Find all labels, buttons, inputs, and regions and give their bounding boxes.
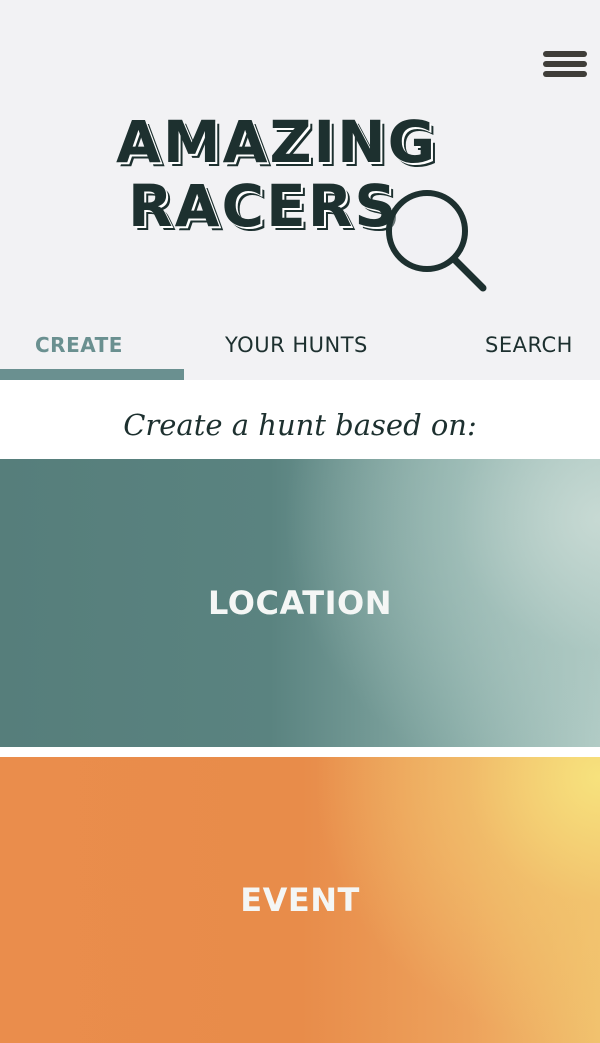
menu-bar xyxy=(543,71,587,77)
magnifying-glass-icon xyxy=(386,190,487,292)
tab-bar: CREATE YOUR HUNTS SEARCH xyxy=(0,320,600,380)
active-tab-indicator xyxy=(0,369,184,380)
tab-search-label: SEARCH xyxy=(485,333,573,357)
hamburger-menu-icon[interactable] xyxy=(541,48,589,82)
app-logo: AMAZING RACERS xyxy=(110,105,500,305)
tab-create-label: CREATE xyxy=(35,333,123,357)
menu-bar xyxy=(543,61,587,67)
logo-text-line-1: AMAZING xyxy=(116,108,438,176)
tab-search[interactable]: SEARCH xyxy=(470,320,600,380)
tab-your-hunts[interactable]: YOUR HUNTS xyxy=(200,320,400,380)
location-option-label: LOCATION xyxy=(208,584,392,622)
tab-create[interactable]: CREATE xyxy=(0,320,184,380)
event-option-label: EVENT xyxy=(240,881,360,919)
logo-text-line-2: RACERS xyxy=(128,172,399,240)
create-prompt-heading: Create a hunt based on: xyxy=(123,408,477,442)
menu-bar xyxy=(543,51,587,57)
tab-your-hunts-label: YOUR HUNTS xyxy=(225,333,368,357)
header: AMAZING RACERS CREATE YOUR HUNTS SEARCH xyxy=(0,0,600,380)
event-option-button[interactable]: EVENT xyxy=(0,757,600,1043)
location-option-button[interactable]: LOCATION xyxy=(0,459,600,747)
